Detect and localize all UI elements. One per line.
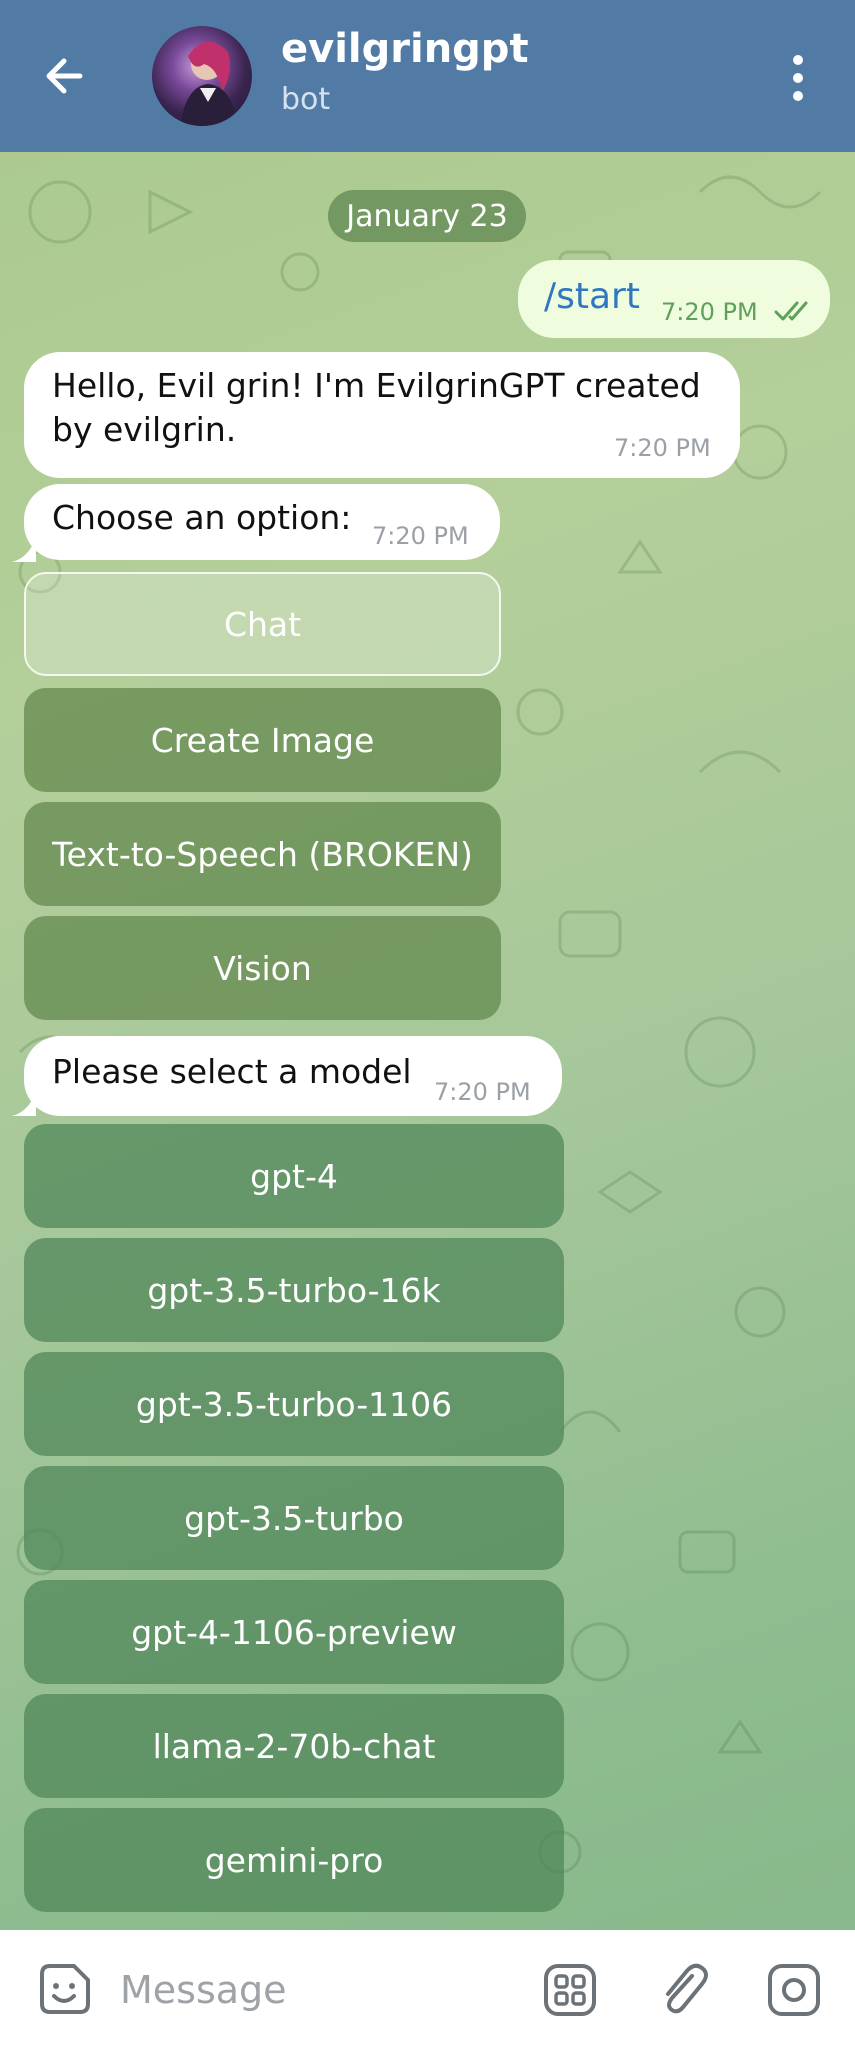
message-input-bar: [0, 1930, 855, 2048]
camera-button[interactable]: [764, 1960, 824, 2020]
message-time: 7:20 PM: [614, 434, 711, 462]
vertical-dots-icon: [793, 55, 803, 101]
bot-commands-grid-icon: [544, 1964, 596, 2016]
more-options-button[interactable]: [778, 50, 818, 106]
message-text: Please select a model: [52, 1052, 412, 1091]
model-button-gpt-3-5-turbo-1106[interactable]: gpt-3.5-turbo-1106: [24, 1352, 564, 1456]
incoming-message[interactable]: Hello, Evil grin! I'm EvilgrinGPT create…: [24, 352, 740, 478]
model-button-gpt-4-1106-preview[interactable]: gpt-4-1106-preview: [24, 1580, 564, 1684]
model-button-llama-2-70b-chat[interactable]: llama-2-70b-chat: [24, 1694, 564, 1798]
chat-subtitle: bot: [281, 82, 331, 117]
message-time: 7:20 PM: [661, 298, 758, 326]
camera-icon: [768, 1964, 820, 2016]
model-button-gpt-3-5-turbo-16k[interactable]: gpt-3.5-turbo-16k: [24, 1238, 564, 1342]
double-check-icon: [774, 301, 808, 321]
message-text: /start: [544, 276, 640, 317]
message-time: 7:20 PM: [434, 1078, 531, 1106]
option-button-text-to-speech[interactable]: Text-to-Speech (BROKEN): [24, 802, 501, 906]
message-text-line-2: by evilgrin.: [52, 410, 237, 449]
sticker-emoji-icon: [40, 1964, 90, 2014]
message-input[interactable]: [118, 1956, 522, 2024]
chat-header: evilgringpt bot: [0, 0, 855, 152]
option-button-vision[interactable]: Vision: [24, 916, 501, 1020]
bot-avatar[interactable]: [152, 26, 252, 126]
attach-button[interactable]: [652, 1958, 712, 2022]
message-text-line-1: Hello, Evil grin! I'm EvilgrinGPT create…: [52, 366, 701, 405]
option-button-create-image[interactable]: Create Image: [24, 688, 501, 792]
back-button[interactable]: [36, 46, 96, 106]
model-button-gpt-4[interactable]: gpt-4: [24, 1124, 564, 1228]
chat-title[interactable]: evilgringpt: [281, 26, 529, 72]
paperclip-icon: [666, 1963, 708, 2014]
date-separator: January 23: [328, 190, 526, 242]
avatar-illustration: [180, 41, 238, 126]
emoji-button[interactable]: [34, 1960, 94, 2020]
message-text: Choose an option:: [52, 498, 352, 537]
arrow-left-icon: [46, 58, 83, 94]
bubble-tail: [12, 1092, 36, 1116]
bot-commands-button[interactable]: [540, 1960, 600, 2020]
message-time: 7:20 PM: [372, 522, 469, 550]
model-button-gpt-3-5-turbo[interactable]: gpt-3.5-turbo: [24, 1466, 564, 1570]
incoming-message[interactable]: Please select a model 7:20 PM: [24, 1036, 562, 1116]
incoming-message[interactable]: Choose an option: 7:20 PM: [24, 484, 500, 560]
model-button-gemini-pro[interactable]: gemini-pro: [24, 1808, 564, 1912]
outgoing-message[interactable]: /start 7:20 PM: [518, 260, 830, 338]
option-button-chat[interactable]: Chat: [24, 572, 501, 676]
